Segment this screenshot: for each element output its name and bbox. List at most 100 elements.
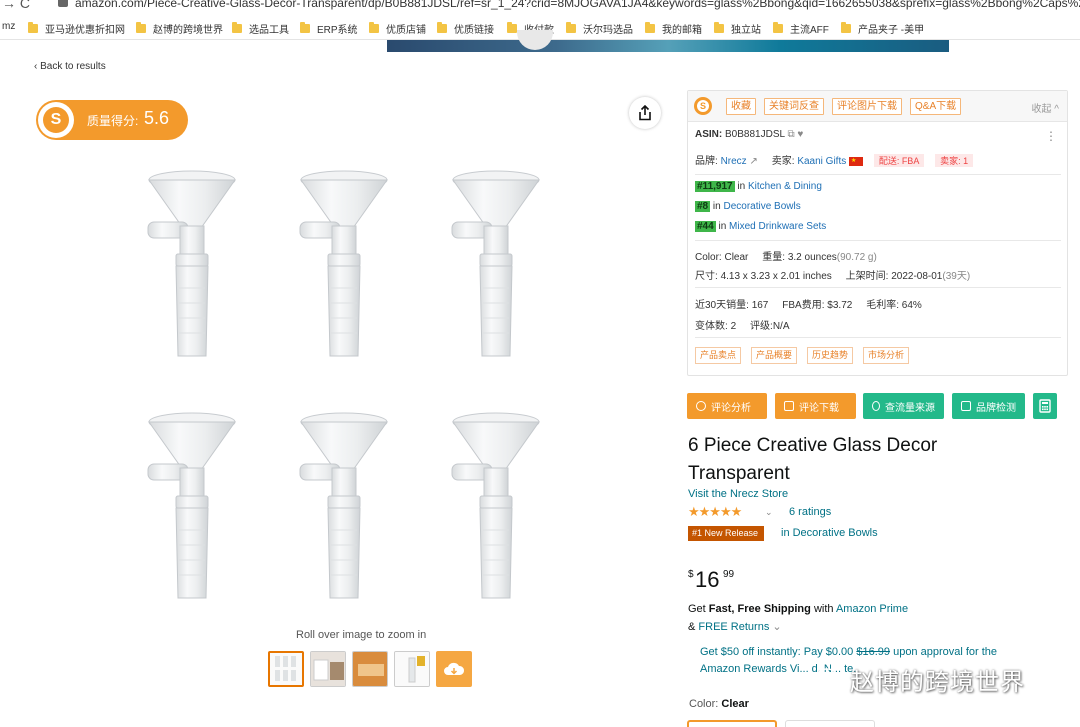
calculator-button[interactable] (1033, 393, 1057, 419)
variants-row: 变体数: 2 评级:N/A (695, 321, 790, 332)
rank-row-1: #11,917 in Kitchen & Dining (695, 181, 822, 192)
seller-count-tag: 卖家: 1 (935, 154, 974, 167)
tab-history-trend[interactable]: 历史趋势 (807, 347, 854, 364)
score-label: 质量得分: (87, 114, 139, 128)
bookmark-folder[interactable]: 优质店铺 (369, 21, 426, 36)
chevron-down-icon[interactable]: ⌄ (765, 507, 773, 518)
shield-icon (961, 401, 971, 411)
store-link[interactable]: Visit the Nrecz Store (688, 488, 788, 500)
fba-tag: 配送: FBA (873, 154, 925, 167)
tab-selling-points[interactable]: 产品卖点 (695, 347, 742, 364)
folder-icon (369, 22, 379, 33)
thumbnail-strip (268, 651, 472, 687)
tab-market-analysis[interactable]: 市场分析 (863, 347, 910, 364)
bookmark-folder[interactable]: 主流AFF (773, 21, 829, 36)
bookmark-folder[interactable]: ERP系统 (300, 21, 358, 36)
bookmark-folder[interactable]: 产品夹子 -美甲 (841, 21, 924, 36)
color-selector-label: Color: Clear (689, 698, 749, 710)
rank-category-link[interactable]: Decorative Bowls (723, 201, 800, 212)
keyword-reverse-button[interactable]: 关键词反查 (764, 98, 824, 115)
bookmark-folder[interactable]: 优质链接 (437, 21, 494, 36)
seller-link[interactable]: Kaani Gifts (797, 156, 846, 167)
glass-bowls-image (147, 170, 540, 599)
brand-row: 品牌: Nrecz ↗ 卖家: Kaani Gifts ★ 配送: FBA 卖家… (695, 152, 974, 167)
qa-download-button[interactable]: Q&A下载 (910, 98, 962, 115)
more-menu-icon[interactable]: ⋮ (1045, 129, 1057, 143)
score-value: 5.6 (144, 108, 170, 128)
review-analysis-button[interactable]: 评论分析 (687, 393, 767, 419)
heart-icon[interactable]: ♥ (797, 129, 803, 140)
bookmark-folder[interactable]: 选品工具 (232, 21, 289, 36)
plugin-logo-icon: S (694, 97, 712, 115)
thumbnail-download[interactable] (436, 651, 472, 687)
free-returns-link[interactable]: FREE Returns (698, 621, 769, 633)
back-to-results-link[interactable]: ‹ Back to results (34, 61, 106, 72)
bookmark-folder[interactable]: 沃尔玛选品 (566, 21, 633, 36)
bookmark-folder[interactable]: 独立站 (714, 21, 761, 36)
folder-icon (232, 22, 242, 33)
wechat-icon (816, 668, 844, 690)
seller-plugin-panel: S 收藏 关键词反查 评论图片下载 Q&A下载 收起 ^ ⋮ ASIN: B0B… (687, 90, 1068, 376)
address-bar[interactable]: → C amazon.com/Piece-Creative-Glass-Deco… (0, 0, 1080, 12)
plugin-logo-icon: S (38, 102, 74, 138)
color-swatch-selected[interactable] (687, 720, 777, 727)
star-rating[interactable]: ★★★★★ (688, 504, 742, 520)
traffic-source-button[interactable]: 查流量来源 (863, 393, 944, 419)
folder-icon (645, 22, 655, 33)
favorite-button[interactable]: 收藏 (726, 98, 756, 115)
folder-icon (841, 22, 851, 33)
brand-check-button[interactable]: 品牌检测 (952, 393, 1025, 419)
lock-icon (58, 0, 68, 7)
bookmark-folder[interactable]: 赵博的跨境世界 (136, 21, 223, 36)
share-button[interactable] (629, 97, 661, 129)
collapse-button[interactable]: 收起 ^ (1032, 100, 1059, 115)
review-download-button[interactable]: 评论下载 (775, 393, 856, 419)
new-release-badge[interactable]: #1 New Release (688, 526, 765, 541)
color-swatch[interactable] (785, 720, 875, 727)
share-icon (639, 105, 651, 121)
watermark: 赵博的跨境世界 (816, 662, 1025, 696)
review-images-download-button[interactable]: 评论图片下载 (832, 98, 902, 115)
thumbnail-4[interactable] (394, 651, 430, 687)
cloud-download-icon (444, 662, 465, 675)
rank-category-link[interactable]: Kitchen & Dining (748, 181, 822, 192)
back-forward-icon[interactable]: → C (2, 0, 30, 11)
shipping-info: Get Fast, Free Shipping with Amazon Prim… (688, 603, 909, 615)
release-category-link[interactable]: in Decorative Bowls (781, 527, 878, 539)
calculator-icon (1039, 399, 1051, 413)
thumbnail-1[interactable] (268, 651, 304, 687)
ad-banner[interactable] (387, 30, 949, 52)
folder-icon (714, 22, 724, 33)
comment-icon (784, 401, 794, 411)
thumbnail-2[interactable] (310, 651, 346, 687)
external-link-icon[interactable]: ↗ (749, 156, 757, 167)
plugin-header: S 收藏 关键词反查 评论图片下载 Q&A下载 收起 ^ (688, 91, 1067, 122)
rank-row-3: #44 in Mixed Drinkware Sets (695, 221, 827, 232)
amazon-prime-link[interactable]: Amazon Prime (836, 603, 908, 615)
color-weight-row: Color: Clear 重量: 3.2 ounces(90.72 g) (695, 252, 877, 263)
zoom-hint: Roll over image to zoom in (296, 629, 427, 641)
product-title: 6 Piece Creative Glass Decor Transparent (688, 435, 938, 484)
folder-icon (507, 22, 517, 33)
rank-row-2: #8 in Decorative Bowls (695, 201, 801, 212)
bookmark-apps[interactable]: mz (2, 21, 15, 32)
returns-info: & FREE Returns ⌄ (688, 621, 782, 633)
brand-link[interactable]: Nrecz (721, 156, 747, 167)
ratings-count-link[interactable]: 6 ratings (789, 506, 831, 518)
bookmark-folder[interactable]: 亚马逊优惠折扣网 (28, 21, 125, 36)
tab-product-overview[interactable]: 产品概要 (751, 347, 798, 364)
folder-icon (136, 22, 146, 33)
chevron-down-icon[interactable]: ⌄ (772, 621, 781, 633)
copy-icon[interactable]: ⧉ (787, 129, 794, 140)
folder-icon (300, 22, 310, 33)
url-text[interactable]: amazon.com/Piece-Creative-Glass-Decor-Tr… (75, 0, 1080, 10)
quality-score-badge[interactable]: S 质量得分: 5.6 (36, 100, 188, 140)
folder-icon (28, 22, 38, 33)
china-flag-icon: ★ (849, 156, 864, 166)
traffic-icon (872, 401, 880, 411)
thumbnail-3[interactable] (352, 651, 388, 687)
promo-offer[interactable]: Get $50 off instantly: Pay $0.00 $16.99 … (700, 646, 997, 658)
rank-category-link[interactable]: Mixed Drinkware Sets (729, 221, 826, 232)
product-main-image[interactable] (128, 160, 608, 626)
bookmark-folder[interactable]: 我的邮箱 (645, 21, 702, 36)
